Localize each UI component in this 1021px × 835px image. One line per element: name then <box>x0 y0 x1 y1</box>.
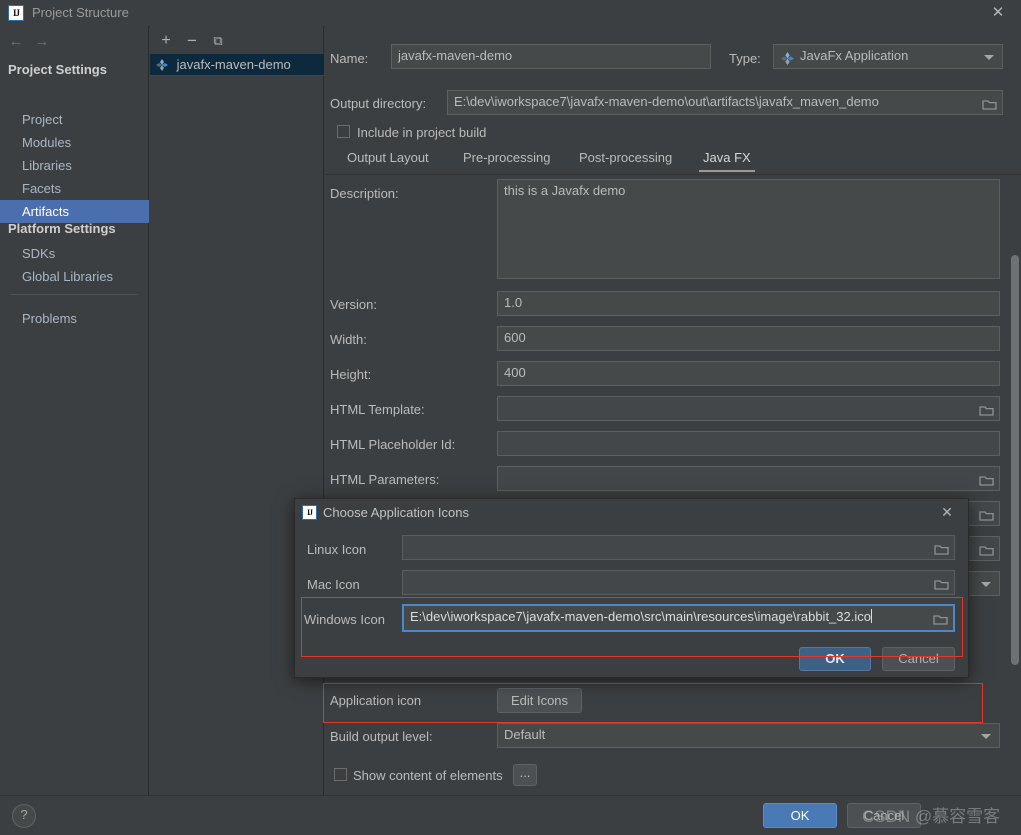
help-icon[interactable]: ? <box>12 804 36 828</box>
settings-sidebar: ← → Project Settings Project Modules Lib… <box>0 26 149 796</box>
ok-button[interactable]: OK <box>763 803 837 828</box>
description-textarea[interactable]: this is a Javafx demo <box>497 179 1000 279</box>
mac-icon-input[interactable] <box>402 570 955 595</box>
dialog-ok-button[interactable]: OK <box>799 647 871 671</box>
html-template-input[interactable] <box>497 396 1000 421</box>
description-label: Description: <box>330 186 399 201</box>
sidebar-item-facets[interactable]: Facets <box>0 177 149 200</box>
close-icon[interactable]: ✕ <box>938 503 956 521</box>
chevron-down-icon <box>981 581 991 587</box>
output-directory-label: Output directory: <box>330 96 427 111</box>
add-icon[interactable]: + <box>156 32 176 52</box>
folder-browse-icon[interactable] <box>933 611 948 625</box>
build-output-level-value: Default <box>504 727 546 742</box>
dialog-title: Choose Application Icons <box>323 505 469 520</box>
linux-icon-label: Linux Icon <box>307 542 367 557</box>
cancel-button[interactable]: Cancel <box>847 803 921 828</box>
sidebar-item-project[interactable]: Project <box>0 108 149 131</box>
sidebar-item-modules[interactable]: Modules <box>0 131 149 154</box>
type-label: Type: <box>729 51 761 66</box>
copy-icon[interactable]: ⧉ <box>208 32 228 52</box>
sidebar-item-sdks[interactable]: SDKs <box>0 242 149 265</box>
folder-browse-icon[interactable] <box>934 576 949 590</box>
javafx-type-icon <box>781 50 794 72</box>
choose-application-icons-dialog: IJ Choose Application Icons ✕ Linux Icon… <box>294 498 969 678</box>
include-in-project-build-label: Include in project build <box>357 125 487 140</box>
intellij-idea-icon: IJ <box>8 5 24 21</box>
tab-underline <box>325 174 1021 175</box>
linux-icon-input[interactable] <box>402 535 955 560</box>
mac-icon-label: Mac Icon <box>307 577 360 592</box>
windows-icon-input[interactable]: E:\dev\iworkspace7\javafx-maven-demo\src… <box>402 604 955 632</box>
html-template-label: HTML Template: <box>330 402 425 417</box>
html-parameters-label: HTML Parameters: <box>330 472 440 487</box>
html-parameters-input[interactable] <box>497 466 1000 491</box>
type-select-value: JavaFx Application <box>800 48 909 63</box>
output-directory-value: E:\dev\iworkspace7\javafx-maven-demo\out… <box>454 94 879 109</box>
list-item[interactable]: javafx-maven-demo <box>150 54 324 76</box>
output-directory-input[interactable]: E:\dev\iworkspace7\javafx-maven-demo\out… <box>447 90 1003 115</box>
type-select[interactable]: JavaFx Application <box>773 44 1003 69</box>
artifact-name: javafx-maven-demo <box>176 57 291 72</box>
show-content-of-elements-label: Show content of elements <box>353 768 503 783</box>
title-bar: IJ Project Structure ✕ <box>0 0 1021 27</box>
sidebar-item-libraries[interactable]: Libraries <box>0 154 149 177</box>
project-structure-window: IJ Project Structure ✕ ← → Project Setti… <box>0 0 1021 835</box>
sidebar-divider <box>10 294 138 295</box>
artifact-diamond-icon <box>156 56 168 71</box>
sidebar-group-project-settings: Project Settings <box>8 62 107 77</box>
height-input[interactable]: 400 <box>497 361 1000 386</box>
chevron-down-icon <box>981 733 991 739</box>
remove-icon[interactable]: − <box>182 32 202 52</box>
folder-browse-icon[interactable] <box>979 472 994 486</box>
folder-browse-icon[interactable] <box>982 96 997 110</box>
include-in-project-build-checkbox[interactable] <box>337 125 350 138</box>
sidebar-nav: ← → <box>0 30 149 54</box>
close-icon[interactable]: ✕ <box>989 4 1007 22</box>
sidebar-item-global-libraries[interactable]: Global Libraries <box>0 265 149 288</box>
tab-output-layout[interactable]: Output Layout <box>343 148 433 172</box>
version-label: Version: <box>330 297 377 312</box>
edit-icons-button[interactable]: Edit Icons <box>497 688 582 713</box>
windows-icon-value: E:\dev\iworkspace7\javafx-maven-demo\src… <box>410 609 871 624</box>
folder-browse-icon[interactable] <box>979 402 994 416</box>
folder-browse-icon[interactable] <box>934 541 949 555</box>
tab-java-fx[interactable]: Java FX <box>699 148 755 172</box>
width-label: Width: <box>330 332 367 347</box>
forward-arrow-icon[interactable]: → <box>32 32 52 52</box>
name-input[interactable]: javafx-maven-demo <box>391 44 711 69</box>
artifact-list-toolbar: + − ⧉ <box>150 30 324 54</box>
html-placeholder-id-input[interactable] <box>497 431 1000 456</box>
show-content-options-button[interactable]: ... <box>513 764 537 786</box>
dialog-cancel-button[interactable]: Cancel <box>882 647 955 671</box>
folder-browse-icon[interactable] <box>979 507 994 521</box>
sidebar-item-problems[interactable]: Problems <box>0 307 149 330</box>
tab-pre-processing[interactable]: Pre-processing <box>459 148 554 172</box>
artifact-editor-panel: Name: javafx-maven-demo Type: JavaFx App… <box>325 26 1021 796</box>
dialog-footer: ? OK Cancel <box>0 795 1021 835</box>
dialog-title-bar: IJ Choose Application Icons ✕ <box>295 499 968 527</box>
intellij-idea-icon: IJ <box>302 505 317 520</box>
html-placeholder-id-label: HTML Placeholder Id: <box>330 437 456 452</box>
build-output-level-select[interactable]: Default <box>497 723 1000 748</box>
version-input[interactable]: 1.0 <box>497 291 1000 316</box>
window-title: Project Structure <box>32 5 129 20</box>
sidebar-group-platform-settings: Platform Settings <box>8 221 116 236</box>
back-arrow-icon[interactable]: ← <box>6 32 26 52</box>
build-output-level-label: Build output level: <box>330 729 433 744</box>
height-label: Height: <box>330 367 372 382</box>
chevron-down-icon <box>984 54 994 60</box>
sidebar-item-artifacts[interactable]: Artifacts <box>0 200 149 223</box>
show-content-of-elements-checkbox[interactable] <box>334 768 347 781</box>
name-label: Name: <box>330 51 369 66</box>
width-input[interactable]: 600 <box>497 326 1000 351</box>
tab-post-processing[interactable]: Post-processing <box>575 148 676 172</box>
folder-browse-icon[interactable] <box>979 542 994 556</box>
vertical-scrollbar[interactable] <box>1011 255 1019 665</box>
application-icon-label: Application icon <box>330 693 422 708</box>
text-caret <box>870 609 872 623</box>
windows-icon-label: Windows Icon <box>304 612 385 627</box>
artifact-list-panel: + − ⧉ javafx-maven-demo <box>150 26 324 796</box>
